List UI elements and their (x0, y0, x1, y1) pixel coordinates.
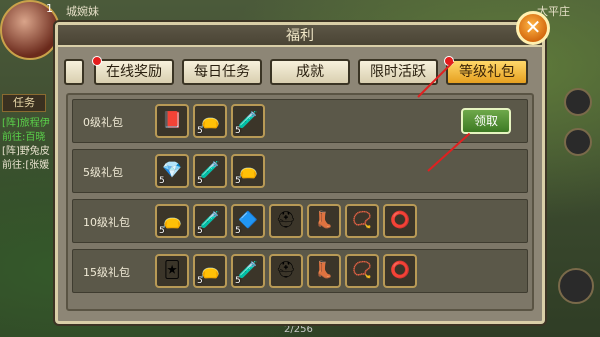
chat-line: [阵]旅程伊 (2, 118, 50, 129)
blue-flask-icon[interactable]: 🧪 5 (231, 104, 265, 138)
leather-boots-icon[interactable]: 👢 (307, 254, 341, 288)
necklace-icon[interactable]: 📿 (345, 254, 379, 288)
welfare-panel: 福利 ✕ 在线奖励 每日任务 成就 限时活跃 等级礼包 0级礼包 📕 👝5 � (55, 11, 550, 324)
item-glyph: ⛑ (275, 210, 297, 229)
item-glyph: ⭕ (390, 210, 410, 229)
item-glyph: 🃏 (163, 260, 181, 279)
item-qty: 5 (235, 226, 241, 236)
potion-bag-icon[interactable]: 👝 5 (193, 254, 227, 288)
green-ring-icon[interactable]: ⭕ (383, 254, 417, 288)
panel-title: 福利 (58, 25, 542, 47)
tab-daily-task[interactable]: 每日任务 (182, 59, 262, 85)
item-qty: 5 (159, 226, 165, 236)
player-name: 城婉妹 (66, 5, 99, 18)
potion-bag-icon[interactable]: 👝 5 (155, 204, 189, 238)
gift-row-label: 0级礼包 (83, 116, 123, 129)
gift-row-label: 5级礼包 (83, 166, 123, 179)
item-qty: 5 (235, 276, 241, 286)
item-qty: 5 (197, 276, 203, 286)
gift-row-level-10: 10级礼包 👝 5 🧪 5 🔷 5 ⛑ 👢 📿 ⭕ (72, 199, 528, 243)
tab-label: 在线奖励 (106, 64, 162, 80)
item-glyph: 📕 (162, 110, 182, 129)
chat-line: 前往:[张媛 (2, 160, 50, 171)
page-counter: 2/256 (284, 324, 313, 335)
silver-card-icon[interactable]: 🃏 (155, 254, 189, 288)
claim-button[interactable]: 领取 (461, 108, 511, 134)
item-glyph: ⭕ (390, 260, 410, 279)
red-book-icon[interactable]: 📕 (155, 104, 189, 138)
item-glyph: ⛑ (275, 260, 297, 279)
player-level: 1 (46, 2, 53, 15)
tab-label: 等级礼包 (459, 64, 515, 80)
gift-row-level-5: 5级礼包 💎 5 🧪 5 👝 5 (72, 149, 528, 193)
chat-line: 前往:百晓 (2, 132, 46, 143)
item-qty: 5 (197, 126, 203, 136)
golden-helmet-icon[interactable]: ⛑ (269, 254, 303, 288)
green-ring-icon[interactable]: ⭕ (383, 204, 417, 238)
leather-boots-icon[interactable]: 👢 (307, 204, 341, 238)
item-qty: 5 (197, 176, 203, 186)
tab-online-reward[interactable]: 在线奖励 (92, 56, 174, 85)
refresh-icon[interactable] (564, 128, 592, 156)
tab-achievement[interactable]: 成就 (270, 59, 350, 85)
item-glyph: 👢 (314, 210, 334, 229)
gift-row-level-15: 15级礼包 🃏 👝 5 🧪 5 ⛑ 👢 📿 ⭕ (72, 249, 528, 293)
item-qty: 5 (159, 176, 165, 186)
gift-list: 0级礼包 📕 👝 5 🧪 5 领取 5级礼包 💎 5 🧪 5 👝 5 10级礼包 👝 5 🧪… (66, 93, 534, 311)
potion-bag-icon[interactable]: 👝 5 (193, 104, 227, 138)
tab-level-gift[interactable]: 等级礼包 (444, 56, 528, 85)
tab-bar: 在线奖励 每日任务 成就 限时活跃 等级礼包 (64, 53, 536, 87)
tab-label: 每日任务 (194, 64, 250, 80)
tab-hidden[interactable] (64, 59, 84, 85)
item-glyph: 📿 (352, 210, 372, 229)
tab-label: 限时活跃 (370, 64, 426, 80)
item-qty: 5 (235, 126, 241, 136)
chat-log: [阵]旅程伊 前往:百晓 [阵]野兔皮 前往:[张媛 (2, 117, 54, 173)
bag-icon[interactable] (564, 88, 592, 116)
gift-row-label: 15级礼包 (83, 266, 130, 279)
item-glyph: 👢 (314, 260, 334, 279)
tab-limited-activity[interactable]: 限时活跃 (358, 59, 438, 85)
teal-crystal-icon[interactable]: 💎 5 (155, 154, 189, 188)
blue-flask-icon[interactable]: 🧪 5 (193, 204, 227, 238)
necklace-icon[interactable]: 📿 (345, 204, 379, 238)
blue-flask-icon[interactable]: 🧪 5 (231, 254, 265, 288)
notification-dot-icon (92, 56, 102, 66)
potion-bag-icon[interactable]: 👝 5 (231, 154, 265, 188)
gift-row-level-0: 0级礼包 📕 👝 5 🧪 5 领取 (72, 99, 528, 143)
attack-skill-icon[interactable] (558, 268, 594, 304)
item-qty: 5 (235, 176, 241, 186)
item-qty: 5 (197, 226, 203, 236)
golden-helmet-icon[interactable]: ⛑ (269, 204, 303, 238)
tab-label: 成就 (296, 64, 324, 80)
gift-row-label: 10级礼包 (83, 216, 130, 229)
close-icon[interactable]: ✕ (516, 11, 550, 45)
blue-flask-icon[interactable]: 🧪 5 (193, 154, 227, 188)
chat-line: [阵]野兔皮 (2, 146, 50, 157)
task-button[interactable]: 任务 (2, 94, 46, 112)
blue-gem-pile-icon[interactable]: 🔷 5 (231, 204, 265, 238)
item-glyph: 📿 (352, 260, 372, 279)
